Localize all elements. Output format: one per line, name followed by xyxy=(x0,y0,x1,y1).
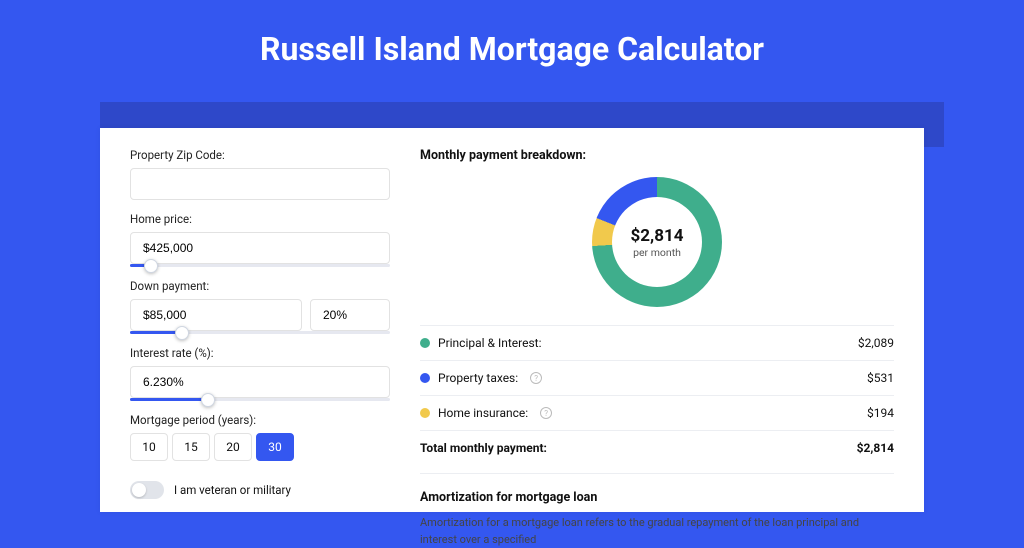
legend-value: $194 xyxy=(867,406,894,420)
down-slider[interactable] xyxy=(130,331,390,334)
dot-icon xyxy=(420,338,430,348)
info-icon[interactable]: ? xyxy=(530,372,542,384)
dot-icon xyxy=(420,373,430,383)
dot-icon xyxy=(420,408,430,418)
info-icon[interactable]: ? xyxy=(540,407,552,419)
legend-label: Principal & Interest: xyxy=(438,336,542,350)
legend-total-label: Total monthly payment: xyxy=(420,441,547,455)
amortization-title: Amortization for mortgage loan xyxy=(420,490,894,505)
legend-row-principal: Principal & Interest: $2,089 xyxy=(420,326,894,361)
price-label: Home price: xyxy=(130,212,390,226)
legend-row-insurance: Home insurance: ? $194 xyxy=(420,396,894,431)
zip-input[interactable] xyxy=(130,168,390,200)
page-title: Russell Island Mortgage Calculator xyxy=(0,0,1024,93)
period-option-10[interactable]: 10 xyxy=(130,433,168,461)
rate-label: Interest rate (%): xyxy=(130,346,390,360)
period-option-20[interactable]: 20 xyxy=(214,433,252,461)
legend-value: $2,089 xyxy=(858,336,894,350)
down-percent-input[interactable] xyxy=(310,299,390,331)
down-amount-input[interactable] xyxy=(130,299,302,331)
veteran-label: I am veteran or military xyxy=(174,483,291,497)
breakdown-column: Monthly payment breakdown: $2,814 per mo… xyxy=(420,148,894,492)
donut-center-value: $2,814 xyxy=(631,226,684,246)
period-options: 10 15 20 30 xyxy=(130,433,390,461)
price-slider[interactable] xyxy=(130,264,390,267)
amortization-body: Amortization for a mortgage loan refers … xyxy=(420,515,894,548)
period-label: Mortgage period (years): xyxy=(130,413,390,427)
breakdown-title: Monthly payment breakdown: xyxy=(420,148,894,163)
legend-row-total: Total monthly payment: $2,814 xyxy=(420,431,894,465)
form-column: Property Zip Code: Home price: Down paym… xyxy=(130,148,390,492)
rate-input[interactable] xyxy=(130,366,390,398)
zip-label: Property Zip Code: xyxy=(130,148,390,162)
rate-slider[interactable] xyxy=(130,398,390,401)
breakdown-donut-chart: $2,814 per month xyxy=(592,177,722,307)
legend-label: Property taxes: xyxy=(438,371,518,385)
legend-row-taxes: Property taxes: ? $531 xyxy=(420,361,894,396)
amortization-section: Amortization for mortgage loan Amortizat… xyxy=(420,473,894,548)
breakdown-legend: Principal & Interest: $2,089 Property ta… xyxy=(420,325,894,465)
period-option-15[interactable]: 15 xyxy=(172,433,210,461)
legend-value: $531 xyxy=(867,371,894,385)
legend-label: Home insurance: xyxy=(438,406,528,420)
down-label: Down payment: xyxy=(130,279,390,293)
price-input[interactable] xyxy=(130,232,390,264)
calculator-card: Property Zip Code: Home price: Down paym… xyxy=(100,128,924,512)
period-option-30[interactable]: 30 xyxy=(256,433,294,461)
donut-center-label: per month xyxy=(633,246,681,259)
veteran-toggle[interactable] xyxy=(130,481,164,499)
legend-total-value: $2,814 xyxy=(857,441,894,455)
